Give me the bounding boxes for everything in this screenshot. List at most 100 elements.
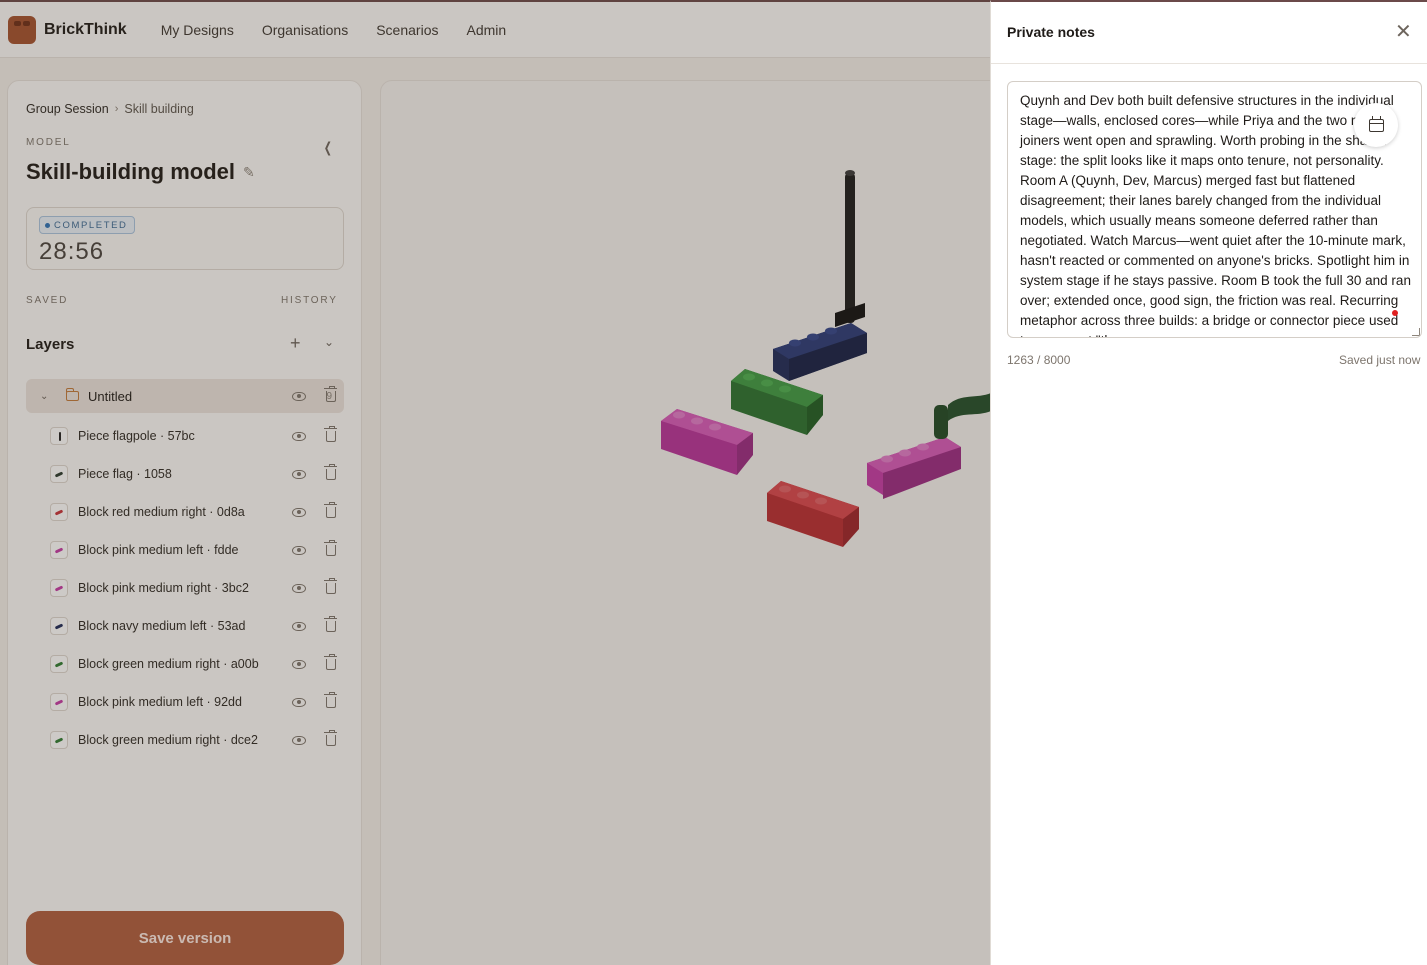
character-count: 1263 / 8000 <box>1007 353 1071 367</box>
brick-scene[interactable] <box>381 81 1020 965</box>
delete-trash-icon[interactable] <box>324 539 337 556</box>
pink-block-swatch-icon <box>50 579 68 597</box>
green-block-swatch-icon <box>50 655 68 673</box>
group-expand-chevron-icon[interactable]: ⌄ <box>40 391 60 402</box>
save-status-text: Saved just now <box>1339 353 1421 367</box>
session-timer-card: COMPLETED 28:56 <box>26 207 344 270</box>
layer-item-name: Block pink medium left · 92dd <box>78 695 242 709</box>
saved-section-label: SAVED <box>26 295 69 306</box>
flag-swatch-icon <box>50 465 68 483</box>
layer-item-name: Piece flag · 1058 <box>78 467 172 481</box>
timer-readout: 28:56 <box>39 238 105 265</box>
notes-title: Private notes <box>1007 24 1095 40</box>
layer-item-name: Block navy medium left · 53ad <box>78 619 246 633</box>
green-block-swatch-icon <box>50 731 68 749</box>
layer-item-name: Block green medium right · a00b <box>78 657 259 671</box>
layer-item[interactable]: Block pink medium left · fdde <box>26 531 344 569</box>
pink-block-left[interactable] <box>661 409 753 475</box>
brickthink-logo-icon[interactable] <box>8 15 36 44</box>
visibility-eye-icon[interactable] <box>292 431 306 441</box>
private-notes-drawer: Private notes ✕ Quynh and Dev both built… <box>990 0 1427 965</box>
pink-block-swatch-icon <box>50 693 68 711</box>
folder-icon <box>66 388 79 401</box>
breadcrumb-skill-building: Skill building <box>124 102 194 116</box>
save-version-button[interactable]: Save version <box>26 911 344 965</box>
status-badge: COMPLETED <box>39 216 135 234</box>
layers-heading: Layers <box>26 336 75 353</box>
delete-trash-icon[interactable] <box>324 501 337 518</box>
red-block-swatch-icon <box>50 503 68 521</box>
history-link[interactable]: HISTORY <box>281 295 338 306</box>
delete-trash-icon[interactable] <box>324 385 337 402</box>
insert-timestamp-button[interactable] <box>1354 103 1398 147</box>
layer-item[interactable]: Block pink medium right · 3bc2 <box>26 569 344 607</box>
visibility-eye-icon[interactable] <box>292 469 306 479</box>
nav-admin[interactable]: Admin <box>466 22 506 38</box>
calendar-icon <box>1368 115 1384 132</box>
layer-item[interactable]: Block pink medium left · 92dd <box>26 683 344 721</box>
delete-trash-icon[interactable] <box>324 425 337 442</box>
brand-name[interactable]: BrickThink <box>44 21 127 39</box>
notes-divider <box>991 63 1427 64</box>
layer-item[interactable]: Piece flagpole · 57bc <box>26 417 344 455</box>
layer-item-name: Block pink medium right · 3bc2 <box>78 581 249 595</box>
flag-piece[interactable] <box>934 393 991 439</box>
layer-item[interactable]: Piece flag · 1058 <box>26 455 344 493</box>
collapse-sidebar-chevron-icon[interactable]: ❮ <box>324 139 332 156</box>
status-dot-icon <box>45 222 50 228</box>
resize-handle-icon[interactable] <box>1412 328 1420 336</box>
add-layer-plus-icon[interactable]: + <box>290 333 301 354</box>
visibility-eye-icon[interactable] <box>292 583 306 593</box>
visibility-eye-icon[interactable] <box>292 659 306 669</box>
navy-block[interactable] <box>773 323 867 381</box>
nav-organisations[interactable]: Organisations <box>262 22 348 38</box>
model-title: Skill-building model ✎ <box>26 159 255 185</box>
model-sidebar: Group Session › Skill building MODEL ❮ S… <box>7 80 362 965</box>
delete-trash-icon[interactable] <box>324 653 337 670</box>
delete-trash-icon[interactable] <box>324 615 337 632</box>
visibility-eye-icon[interactable] <box>292 697 306 707</box>
layer-item-name: Block green medium right · dce2 <box>78 733 258 747</box>
delete-trash-icon[interactable] <box>324 463 337 480</box>
visibility-eye-icon[interactable] <box>292 621 306 631</box>
visibility-eye-icon[interactable] <box>292 735 306 745</box>
breadcrumb: Group Session › Skill building <box>26 102 194 116</box>
pink-block-right[interactable] <box>867 437 961 499</box>
delete-trash-icon[interactable] <box>324 729 337 746</box>
layer-item-name: Piece flagpole · 57bc <box>78 429 195 443</box>
close-icon[interactable]: ✕ <box>1395 22 1412 42</box>
red-block[interactable] <box>767 481 859 547</box>
status-badge-label: COMPLETED <box>54 219 128 231</box>
delete-trash-icon[interactable] <box>324 691 337 708</box>
visibility-eye-icon[interactable] <box>292 391 306 401</box>
layers-collapse-chevron-icon[interactable]: ⌄ <box>324 335 334 349</box>
nav-scenarios[interactable]: Scenarios <box>376 22 438 38</box>
layer-group-untitled[interactable]: ⌄ Untitled 9 <box>26 379 344 413</box>
breadcrumb-separator-icon: › <box>114 103 119 115</box>
layer-item-name: Block pink medium left · fdde <box>78 543 239 557</box>
navy-block-swatch-icon <box>50 617 68 635</box>
layer-item-name: Block red medium right · 0d8a <box>78 505 245 519</box>
layer-item[interactable]: Block red medium right · 0d8a <box>26 493 344 531</box>
pink-block-swatch-icon <box>50 541 68 559</box>
pencil-edit-icon[interactable]: ✎ <box>243 164 255 181</box>
layer-item[interactable]: Block green medium right · dce2 <box>26 721 344 759</box>
visibility-eye-icon[interactable] <box>292 545 306 555</box>
notes-textarea[interactable]: Quynh and Dev both built defensive struc… <box>1007 81 1422 338</box>
model-section-label: MODEL <box>26 137 71 148</box>
notes-textarea-content[interactable]: Quynh and Dev both built defensive struc… <box>1020 91 1412 337</box>
delete-trash-icon[interactable] <box>324 577 337 594</box>
layer-item[interactable]: Block navy medium left · 53ad <box>26 607 344 645</box>
3d-model-viewport[interactable] <box>380 80 1020 965</box>
model-title-text: Skill-building model <box>26 159 235 184</box>
nav-my-designs[interactable]: My Designs <box>161 22 234 38</box>
flagpole[interactable] <box>835 170 865 327</box>
layer-item[interactable]: Block green medium right · a00b <box>26 645 344 683</box>
flagpole-swatch-icon <box>50 427 68 445</box>
layer-group-name: Untitled <box>88 388 133 404</box>
cursor-indicator-dot <box>1392 310 1398 316</box>
layer-list: Piece flagpole · 57bc Piece flag · 1058 … <box>26 417 344 759</box>
breadcrumb-group-session[interactable]: Group Session <box>26 102 109 116</box>
green-block[interactable] <box>731 369 823 435</box>
visibility-eye-icon[interactable] <box>292 507 306 517</box>
